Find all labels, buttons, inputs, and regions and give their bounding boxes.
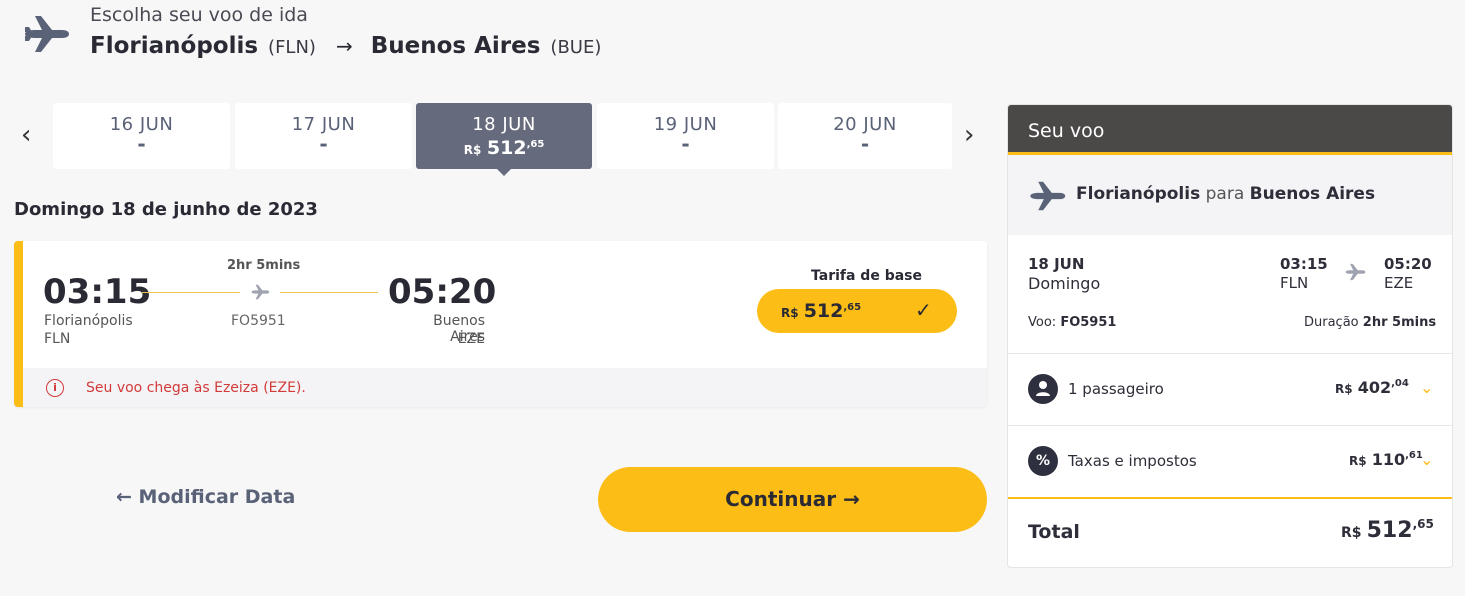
tab-date: 18 JUN <box>472 114 536 135</box>
continue-button[interactable]: Continuar → <box>598 467 987 532</box>
plane-icon <box>1030 181 1066 211</box>
continue-label: Continuar <box>725 487 837 511</box>
summary-route-text: Florianópolis para Buenos Aires <box>1076 184 1375 204</box>
currency: R$ <box>1341 525 1362 541</box>
chevron-down-icon[interactable]: ⌄ <box>1420 450 1433 469</box>
modify-date-button[interactable]: ← Modificar Data <box>116 486 295 508</box>
tab-price: - <box>137 132 146 156</box>
price-int: 110 <box>1371 450 1406 469</box>
fare-label: Tarifa de base <box>811 268 922 284</box>
passengers-row[interactable]: 1 passageiro R$ 402,04 ⌄ <box>1008 354 1452 425</box>
summary-arrive-time: 05:20 <box>1384 255 1432 273</box>
route-to: Buenos Aires <box>1249 184 1376 204</box>
price-cents: ,04 <box>1391 378 1409 389</box>
summary-depart-time: 03:15 <box>1280 255 1328 273</box>
route-from: Florianópolis <box>1076 184 1201 204</box>
next-date-chevron-icon[interactable]: › <box>964 120 974 150</box>
arrow-left-icon: ← <box>116 486 132 508</box>
summary-weekday: Domingo <box>1028 274 1101 293</box>
currency: R$ <box>463 143 482 157</box>
origin-code: (FLN) <box>268 37 316 58</box>
passengers-label: 1 passageiro <box>1068 380 1164 398</box>
arrow-right-icon: → <box>843 487 860 511</box>
total-label: Total <box>1028 521 1080 543</box>
flight-label: Voo: <box>1028 315 1057 330</box>
destination-city: Buenos Aires <box>370 33 541 59</box>
duration-label: Duração <box>1304 315 1359 330</box>
route-line-left <box>142 292 240 293</box>
summary-flight-details: 18 JUN Domingo 03:15 FLN 05:20 EZE Voo: … <box>1008 235 1452 353</box>
chevron-down-icon[interactable]: ⌄ <box>1420 378 1433 397</box>
summary-title: Seu voo <box>1008 105 1452 155</box>
arrival-warning: Seu voo chega às Ezeiza (EZE). <box>86 380 306 396</box>
summary-duration: Duração 2hr 5mins <box>1304 315 1436 330</box>
taxes-label: Taxas e impostos <box>1068 452 1197 470</box>
summary-arrive-code: EZE <box>1384 274 1414 292</box>
depart-code: FLN <box>44 331 71 347</box>
arrow-right-icon: → <box>335 34 353 58</box>
flight-number: FO5951 <box>1060 315 1117 330</box>
flight-number: FO5951 <box>231 313 286 329</box>
currency: R$ <box>781 306 799 320</box>
info-icon: i <box>46 379 64 397</box>
price-int: 402 <box>1357 378 1392 397</box>
price-int: 512 <box>486 137 527 159</box>
origin-city: Florianópolis <box>90 33 259 59</box>
taxes-price: R$ 110,61 <box>1349 450 1423 469</box>
date-tab-18-jun[interactable]: 18 JUN R$ 512,65 <box>416 103 592 176</box>
fare-price: R$ 512,65 <box>781 300 861 322</box>
arrive-code: EZE <box>457 331 485 347</box>
price-int: 512 <box>1366 518 1413 543</box>
tab-price: R$ 512,65 <box>416 137 592 159</box>
price-cents: ,65 <box>843 302 862 313</box>
destination-code: (BUE) <box>550 37 602 58</box>
taxes-row[interactable]: % Taxas e impostos R$ 110,61 ⌄ <box>1008 426 1452 497</box>
total-row: Total R$ 512,65 <box>1008 499 1452 567</box>
currency: R$ <box>1335 382 1353 396</box>
route-title: Florianópolis (FLN) → Buenos Aires (BUE) <box>90 33 601 59</box>
total-price: R$ 512,65 <box>1341 517 1434 543</box>
tab-price: - <box>860 132 870 156</box>
price-cents: ,65 <box>1412 517 1434 531</box>
percent-icon: % <box>1028 446 1058 476</box>
page-subtitle: Escolha seu voo de ida <box>90 4 308 26</box>
flight-duration: 2hr 5mins <box>227 258 301 273</box>
arrive-time: 05:20 <box>388 272 497 312</box>
check-icon: ✓ <box>915 298 932 322</box>
selected-date-heading: Domingo 18 de junho de 2023 <box>14 199 318 220</box>
route-line-right <box>280 292 378 293</box>
plane-icon <box>25 16 69 52</box>
plane-icon <box>251 284 270 300</box>
date-tab-19-jun[interactable]: 19 JUN - <box>597 103 774 169</box>
modify-label: Modificar Data <box>138 486 296 508</box>
summary-depart-code: FLN <box>1280 274 1309 292</box>
passengers-price: R$ 402,04 <box>1335 378 1409 397</box>
price-cents: ,65 <box>526 139 545 150</box>
plane-icon <box>1345 263 1366 281</box>
price-int: 512 <box>803 300 844 322</box>
summary-route: Florianópolis para Buenos Aires <box>1008 155 1452 235</box>
depart-time: 03:15 <box>43 272 152 312</box>
flight-summary-panel: Seu voo Florianópolis para Buenos Aires … <box>1007 104 1453 568</box>
summary-flight-number: Voo: FO5951 <box>1028 315 1116 330</box>
select-fare-button[interactable]: R$ 512,65 ✓ <box>757 289 957 333</box>
currency: R$ <box>1349 454 1367 468</box>
prev-date-chevron-icon[interactable]: ‹ <box>21 120 31 150</box>
depart-city: Florianópolis <box>44 313 133 329</box>
date-tab-16-jun[interactable]: 16 JUN - <box>53 103 230 169</box>
summary-date: 18 JUN <box>1028 255 1085 273</box>
tab-price: - <box>319 132 328 156</box>
date-tab-20-jun[interactable]: 20 JUN - <box>778 103 952 169</box>
route-connector: para <box>1205 184 1245 204</box>
tab-price: - <box>681 132 690 156</box>
duration-value: 2hr 5mins <box>1362 315 1437 330</box>
user-icon <box>1028 374 1058 404</box>
date-tab-17-jun[interactable]: 17 JUN - <box>235 103 412 169</box>
